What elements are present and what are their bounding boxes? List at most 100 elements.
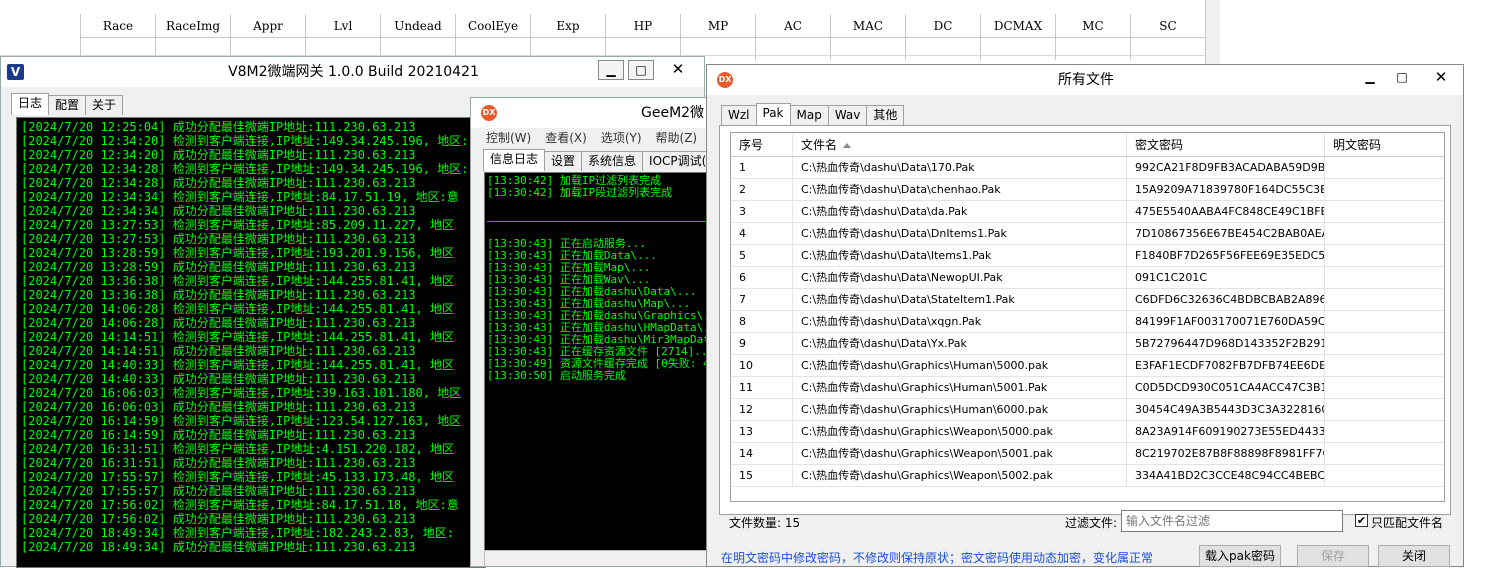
- table-row[interactable]: 7 C:\热血传奇\dashu\Data\StateItem1.Pak C6DFD6…: [731, 289, 1444, 311]
- col-header-cipher[interactable]: 密文密码: [1127, 133, 1325, 156]
- sheet-column-header: DCMAX: [981, 14, 1056, 38]
- filter-input[interactable]: [1121, 510, 1343, 532]
- table-row[interactable]: 5 C:\热血传奇\dashu\Data\Items1.Pak F1840BF7D2…: [731, 245, 1444, 267]
- log-line: [2024/7/20 12:34:20] 检测到客户端连接,IP地址:149.3…: [21, 134, 469, 148]
- row-plain-password[interactable]: [1325, 399, 1444, 420]
- row-cipher-password: 15A9209A71839780F164DC55C3B1...: [1127, 179, 1325, 200]
- row-cipher-password: 475E5540AABA4FC848CE49C1BFBD...: [1127, 201, 1325, 222]
- table-row[interactable]: 15 C:\热血传奇\dashu\Graphics\Weapon\5002.pak…: [731, 465, 1444, 487]
- sheet-gridline: [755, 14, 756, 60]
- table-row[interactable]: 3 C:\热血传奇\dashu\Data\da.Pak 475E5540AABA4F…: [731, 201, 1444, 223]
- geem2-menu-item[interactable]: 控制(W): [479, 128, 538, 148]
- table-row[interactable]: 12 C:\热血传奇\dashu\Graphics\Human\6000.pak 3…: [731, 399, 1444, 421]
- geem2-tab[interactable]: 系统信息: [581, 151, 644, 171]
- row-plain-password[interactable]: [1325, 421, 1444, 442]
- geem2-menu-item[interactable]: 选项(Y): [594, 128, 649, 148]
- sheet-column-header: MAC: [831, 14, 906, 38]
- minimize-icon[interactable]: ▁: [598, 60, 624, 80]
- geem2-menu-item[interactable]: 查看(X): [538, 128, 594, 148]
- row-plain-password[interactable]: [1325, 267, 1444, 288]
- geem2-titlebar[interactable]: DX GeeM2微: [471, 98, 719, 128]
- geem2-menubar: 控制(W) 查看(X) 选项(Y) 帮助(Z): [479, 128, 704, 148]
- files-tab[interactable]: Wav: [827, 105, 868, 125]
- files-tab[interactable]: Wzl: [721, 105, 757, 125]
- sheet-gridline: [380, 14, 381, 60]
- table-row[interactable]: 4 C:\热血传奇\dashu\Data\DnItems1.Pak 7D108673…: [731, 223, 1444, 245]
- table-row[interactable]: 2 C:\热血传奇\dashu\Data\chenhao.Pak 15A9209A7…: [731, 179, 1444, 201]
- log-line: [2024/7/20 13:28:59] 检测到客户端连接,IP地址:193.2…: [21, 246, 454, 260]
- row-plain-password[interactable]: [1325, 333, 1444, 354]
- row-index: 9: [731, 333, 793, 354]
- import-pak-password-button[interactable]: 载入pak密码: [1199, 545, 1281, 567]
- table-row[interactable]: 13 C:\热血传奇\dashu\Graphics\Weapon\5000.pak…: [731, 421, 1444, 443]
- files-tab[interactable]: 其他: [866, 105, 905, 125]
- log-line: [2024/7/20 16:14:59] 成功分配最佳微端IP地址:111.23…: [21, 428, 416, 442]
- sort-ascending-icon: [843, 143, 852, 148]
- files-tab[interactable]: Pak: [755, 103, 791, 125]
- close-icon[interactable]: ✕: [658, 60, 698, 80]
- row-plain-password[interactable]: [1325, 245, 1444, 266]
- geem2-tab[interactable]: IOCP调试(: [642, 151, 714, 171]
- v8m2-tab[interactable]: 日志: [11, 93, 50, 115]
- filter-label: 过滤文件:: [1065, 516, 1118, 530]
- geem2-horizontal-scrollbar[interactable]: [484, 550, 719, 566]
- sheet-gridline: [530, 14, 531, 60]
- row-plain-password[interactable]: [1325, 201, 1444, 222]
- col-header-index[interactable]: 序号: [731, 133, 793, 156]
- only-match-checkbox[interactable]: ✔: [1355, 514, 1368, 527]
- sheet-row: [0, 38, 1205, 56]
- log-line: [2024/7/20 12:34:34] 成功分配最佳微端IP地址:111.23…: [21, 204, 416, 218]
- row-cipher-password: C6DFD6C32636C4BDBCBAB2A8968...: [1127, 289, 1325, 310]
- minimize-icon[interactable]: ▁: [1357, 68, 1383, 88]
- table-row[interactable]: 10 C:\热血传奇\dashu\Graphics\Human\5000.pak E…: [731, 355, 1444, 377]
- row-index: 13: [731, 421, 793, 442]
- row-plain-password[interactable]: [1325, 157, 1444, 178]
- row-index: 2: [731, 179, 793, 200]
- files-titlebar[interactable]: DX 所有文件 ▁ □ ✕: [707, 65, 1463, 95]
- row-plain-password[interactable]: [1325, 223, 1444, 244]
- close-button[interactable]: 关闭: [1378, 545, 1450, 567]
- v8m2-tab[interactable]: 关于: [85, 95, 124, 115]
- v8m2-tab[interactable]: 配置: [48, 95, 87, 115]
- row-plain-password[interactable]: [1325, 289, 1444, 310]
- row-index: 14: [731, 443, 793, 464]
- files-grid: 序号 文件名 密文密码 明文密码 1 C:\热血传奇\dashu\Data\170…: [730, 132, 1445, 502]
- file-count: 文件数量: 15: [729, 516, 801, 530]
- row-plain-password[interactable]: [1325, 179, 1444, 200]
- save-button[interactable]: 保存: [1297, 545, 1369, 567]
- log-line: [2024/7/20 14:06:28] 检测到客户端连接,IP地址:144.2…: [21, 302, 454, 316]
- sheet-column-header: SC: [1131, 14, 1206, 38]
- row-index: 7: [731, 289, 793, 310]
- sheet-column-header: MC: [1056, 14, 1131, 38]
- table-row[interactable]: 6 C:\热血传奇\dashu\Data\NewopUI.Pak 091C1C201…: [731, 267, 1444, 289]
- geem2-title: GeeM2微: [641, 105, 705, 121]
- geem2-tab[interactable]: 信息日志: [483, 149, 546, 171]
- geem2-tab[interactable]: 设置: [544, 151, 583, 171]
- table-row[interactable]: 14 C:\热血传奇\dashu\Graphics\Weapon\5001.pak…: [731, 443, 1444, 465]
- table-row[interactable]: 11 C:\热血传奇\dashu\Graphics\Human\5001.Pak C…: [731, 377, 1444, 399]
- geem2-menu-item[interactable]: 帮助(Z): [649, 128, 705, 148]
- table-row[interactable]: 8 C:\热血传奇\dashu\Data\xqgn.Pak 84199F1AF003…: [731, 311, 1444, 333]
- row-plain-password[interactable]: [1325, 311, 1444, 332]
- log-line: [2024/7/20 14:40:33] 成功分配最佳微端IP地址:111.23…: [21, 372, 416, 386]
- row-cipher-password: C0D5DCD930C051CA4ACC47C3B1A...: [1127, 377, 1325, 398]
- row-plain-password[interactable]: [1325, 443, 1444, 464]
- maximize-icon[interactable]: □: [1389, 68, 1415, 88]
- table-row[interactable]: 9 C:\热血传奇\dashu\Data\Yx.Pak 5B72796447D968…: [731, 333, 1444, 355]
- maximize-icon[interactable]: □: [628, 60, 654, 80]
- files-tabs: Wzl Pak Map Wav 其他: [721, 103, 905, 125]
- sheet-column-header: AC: [756, 14, 831, 38]
- v8m2-titlebar[interactable]: V V8M2微端网关 1.0.0 Build 20210421 ▁ □ ✕: [1, 57, 704, 87]
- close-icon[interactable]: ✕: [1422, 68, 1460, 88]
- sheet-column-header: CoolEye: [456, 14, 531, 38]
- table-row[interactable]: 1 C:\热血传奇\dashu\Data\170.Pak 992CA21F8D9FB…: [731, 157, 1444, 179]
- row-plain-password[interactable]: [1325, 377, 1444, 398]
- row-plain-password[interactable]: [1325, 465, 1444, 486]
- row-cipher-password: 7D10867356E67BE454C2BAB0AEAA...: [1127, 223, 1325, 244]
- files-title: 所有文件: [1058, 72, 1114, 88]
- row-plain-password[interactable]: [1325, 355, 1444, 376]
- col-header-plain[interactable]: 明文密码: [1325, 133, 1444, 156]
- row-cipher-password: 091C1C201C: [1127, 267, 1325, 288]
- col-header-filename[interactable]: 文件名: [793, 133, 1127, 156]
- files-tab[interactable]: Map: [789, 105, 829, 125]
